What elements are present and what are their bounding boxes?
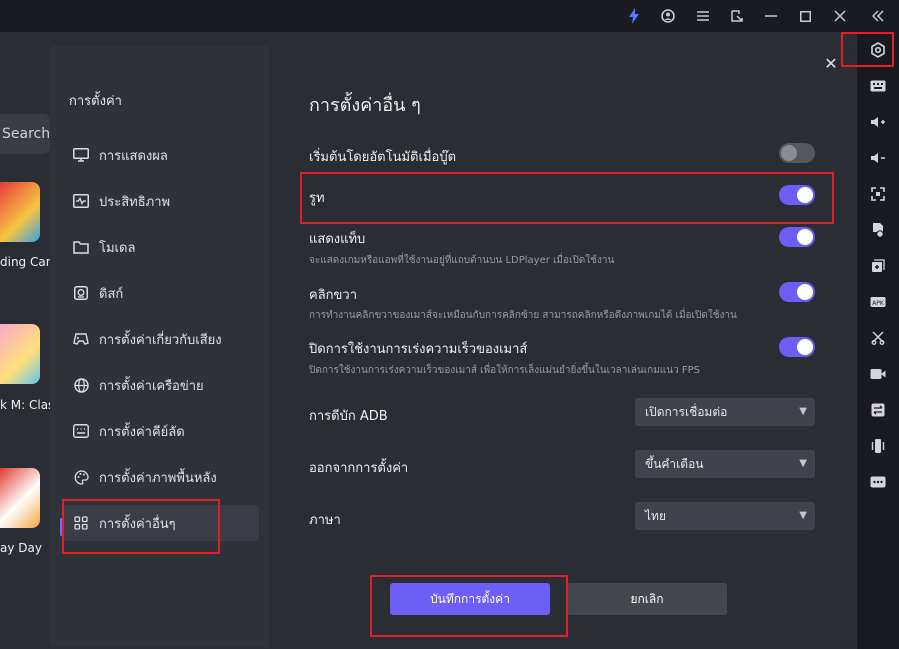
nav-item-network[interactable]: การตั้งค่าเครือข่าย — [63, 367, 259, 403]
game-title: k M: Clas — [0, 398, 50, 412]
nav-label: การตั้งค่าภาพพื้นหลัง — [99, 470, 217, 486]
language-select[interactable]: ไทย ▼ — [635, 502, 815, 530]
mouse-accel-toggle[interactable] — [779, 337, 815, 357]
close-icon[interactable] — [830, 6, 850, 26]
monitor-icon — [72, 146, 90, 164]
settings-sidebar: การตั้งค่า การแสดงผล ประสิทธิภาพ โมเดล ด… — [50, 46, 269, 647]
nav-item-display[interactable]: การแสดงผล — [63, 137, 259, 173]
side-toolbar: APK — [857, 32, 899, 649]
user-icon[interactable] — [658, 6, 678, 26]
show-tab-label: แสดงแท็บ — [309, 232, 366, 247]
autostart-label: เริ่มต้นโดยอัตโนมัติเมื่อบู๊ต — [309, 150, 457, 165]
record-video-icon[interactable] — [868, 364, 888, 384]
gamepad-icon — [72, 330, 90, 348]
disk-icon — [72, 284, 90, 302]
cancel-button[interactable]: ยกเลิก — [567, 583, 727, 615]
nav-item-model[interactable]: โมเดล — [63, 229, 259, 265]
nav-label: การตั้งค่าเครือข่าย — [99, 378, 204, 394]
exit-select-value: ขึ้นคำเตือน — [645, 457, 704, 471]
mouse-accel-desc: ปิดการใช้งานการเร่งความเร็วของเมาส์ เพื่… — [309, 365, 701, 376]
section-title: การตั้งค่าอื่น ๆ — [309, 95, 421, 116]
game-title: ding Card — [0, 255, 50, 269]
bolt-icon[interactable] — [624, 6, 644, 26]
nav-item-sound[interactable]: การตั้งค่าเกี่ยวกับเสียง — [63, 321, 259, 357]
more-icon[interactable] — [868, 472, 888, 492]
adb-label: การดีบัก ADB — [309, 409, 388, 424]
popout-icon[interactable] — [727, 6, 747, 26]
apk-install-icon[interactable] — [868, 220, 888, 240]
search-box[interactable]: Search — [0, 114, 50, 154]
volume-up-icon[interactable] — [868, 112, 888, 132]
app-window: Search ding Card k M: Clas ay Day — [0, 0, 899, 649]
root-toggle[interactable] — [779, 185, 815, 205]
autostart-toggle[interactable] — [779, 143, 815, 163]
settings-dialog: การตั้งค่า การแสดงผล ประสิทธิภาพ โมเดล ด… — [50, 46, 849, 647]
sync-icon[interactable] — [868, 400, 888, 420]
adb-select-value: เปิดการเชื่อมต่อ — [645, 405, 728, 419]
settings-gear-icon[interactable] — [868, 40, 888, 60]
settings-content: ✕ การตั้งค่าอื่น ๆ เริ่มต้นโดยอัตโนมัติเ… — [269, 46, 849, 647]
nav-label: ดิสก์ — [99, 286, 124, 302]
game-thumbnail[interactable] — [0, 324, 40, 384]
maximize-icon[interactable] — [795, 6, 815, 26]
nav-item-other[interactable]: การตั้งค่าอื่นๆ — [63, 505, 259, 541]
chevron-down-icon: ▼ — [799, 458, 807, 469]
palette-icon — [72, 468, 90, 486]
nav-item-shortcuts[interactable]: การตั้งค่าคีย์ลัด — [63, 413, 259, 449]
performance-icon — [72, 192, 90, 210]
collapse-icon[interactable] — [868, 6, 888, 26]
game-thumbnail[interactable] — [0, 182, 40, 242]
game-thumbnail[interactable] — [0, 468, 40, 528]
title-bar — [0, 0, 899, 32]
nav-label: การตั้งค่าอื่นๆ — [99, 516, 176, 532]
show-tab-toggle[interactable] — [779, 227, 815, 247]
exit-select[interactable]: ขึ้นคำเตือน ▼ — [635, 450, 815, 478]
grid-icon — [72, 514, 90, 532]
nav-item-performance[interactable]: ประสิทธิภาพ — [63, 183, 259, 219]
chevron-down-icon: ▼ — [799, 510, 807, 521]
nav-label: ประสิทธิภาพ — [99, 194, 171, 210]
globe-icon — [72, 376, 90, 394]
nav-label: การตั้งค่าเกี่ยวกับเสียง — [99, 332, 222, 348]
close-icon[interactable]: ✕ — [823, 56, 839, 72]
shake-icon[interactable] — [868, 436, 888, 456]
add-instance-icon[interactable] — [868, 256, 888, 276]
show-tab-desc: จะแสดงเกมหรือแอพที่ใช้งานอยู่ที่แถบด้านบ… — [309, 255, 615, 266]
right-click-desc: การทำงานคลิกขวาของเมาส์จะเหมือนกับการคลิ… — [309, 310, 737, 321]
minimize-icon[interactable] — [761, 6, 781, 26]
nav-label: การตั้งค่าคีย์ลัด — [99, 424, 185, 440]
folder-icon — [72, 238, 90, 256]
fullscreen-icon[interactable] — [868, 184, 888, 204]
adb-select[interactable]: เปิดการเชื่อมต่อ ▼ — [635, 398, 815, 426]
nav-label: โมเดล — [99, 240, 136, 256]
mouse-accel-label: ปิดการใช้งานการเร่งความเร็วของเมาส์ — [309, 342, 528, 357]
volume-down-icon[interactable] — [868, 148, 888, 168]
root-label: รูท — [309, 191, 325, 206]
menu-icon[interactable] — [693, 6, 713, 26]
nav-item-wallpaper[interactable]: การตั้งค่าภาพพื้นหลัง — [63, 459, 259, 495]
keyboard-icon[interactable] — [868, 76, 888, 96]
right-click-toggle[interactable] — [779, 282, 815, 302]
apk-icon[interactable]: APK — [868, 292, 888, 312]
exit-label: ออกจากการตั้งค่า — [309, 461, 409, 476]
nav-label: การแสดงผล — [99, 148, 168, 164]
keyboard-icon — [72, 422, 90, 440]
language-select-value: ไทย — [645, 509, 666, 523]
scissors-icon[interactable] — [868, 328, 888, 348]
svg-text:APK: APK — [872, 300, 885, 307]
nav-item-disk[interactable]: ดิสก์ — [63, 275, 259, 311]
save-settings-button[interactable]: บันทึกการตั้งค่า — [390, 583, 550, 615]
sidebar-title: การตั้งค่า — [69, 94, 122, 109]
language-label: ภาษา — [309, 513, 341, 528]
right-click-label: คลิกขวา — [309, 288, 358, 303]
chevron-down-icon: ▼ — [799, 406, 807, 417]
game-title: ay Day — [0, 541, 42, 555]
